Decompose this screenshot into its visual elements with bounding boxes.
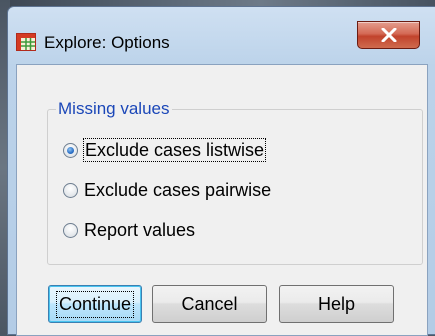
- continue-button-label: Continue: [55, 290, 135, 318]
- spss-table-icon: [16, 33, 36, 51]
- help-button[interactable]: Help: [279, 285, 394, 323]
- explore-options-dialog: Explore: Options Missing values Exclude …: [7, 6, 435, 336]
- help-button-label: Help: [317, 293, 356, 314]
- radio-exclude-pairwise[interactable]: Exclude cases pairwise: [63, 176, 271, 204]
- missing-values-group: Missing values Exclude cases listwise Ex…: [47, 98, 423, 265]
- radio-label-exclude-pairwise: Exclude cases pairwise: [84, 180, 272, 200]
- continue-button[interactable]: Continue: [48, 285, 142, 323]
- close-x-icon: [381, 28, 397, 42]
- missing-values-legend: Missing values: [56, 98, 172, 120]
- dialog-body: Missing values Exclude cases listwise Ex…: [16, 64, 428, 336]
- radio-report-values[interactable]: Report values: [63, 216, 195, 244]
- cancel-button[interactable]: Cancel: [152, 285, 267, 323]
- radio-exclude-listwise[interactable]: Exclude cases listwise: [63, 136, 267, 164]
- radio-button-selected[interactable]: [63, 142, 78, 158]
- cancel-button-label: Cancel: [181, 293, 238, 314]
- dialog-title: Explore: Options: [44, 33, 170, 52]
- radio-button[interactable]: [63, 222, 78, 238]
- radio-label-report-values: Report values: [84, 220, 196, 240]
- radio-button[interactable]: [63, 182, 78, 198]
- radio-label-exclude-listwise: Exclude cases listwise: [82, 138, 267, 162]
- close-button[interactable]: [357, 21, 420, 49]
- title-bar[interactable]: Explore: Options: [8, 7, 435, 63]
